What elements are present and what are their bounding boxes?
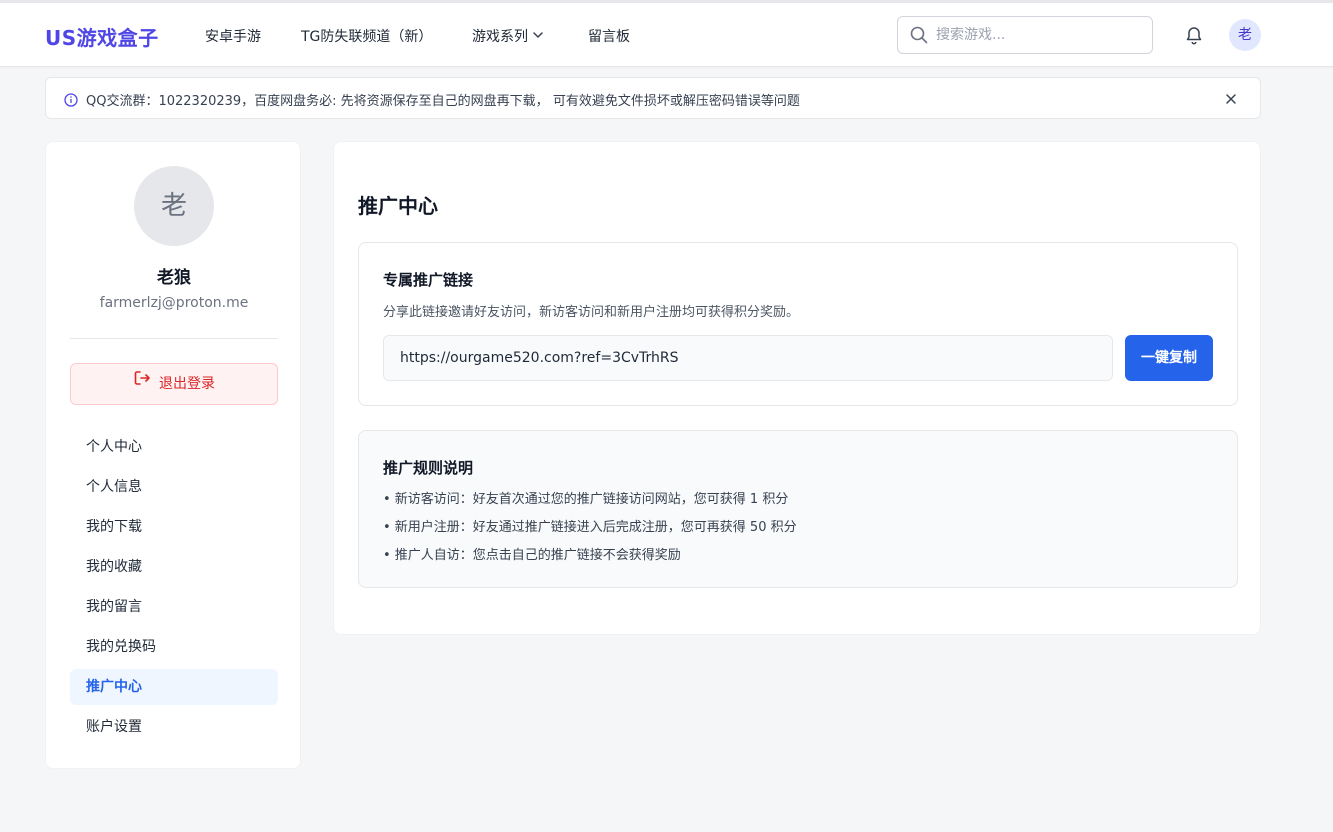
sidebar-item-my-messages[interactable]: 我的留言 bbox=[70, 589, 278, 625]
sidebar-item-my-favorites[interactable]: 我的收藏 bbox=[70, 549, 278, 585]
sidebar: 老 老狼 farmerlzj@proton.me 退出登录 个人中心 个人信息 … bbox=[45, 141, 301, 769]
top-header: US游戏盒子 安卓手游 TG防失联频道（新） 游戏系列 留言板 老 bbox=[0, 3, 1333, 67]
chevron-down-icon bbox=[532, 29, 544, 45]
user-name: 老狼 bbox=[157, 268, 191, 288]
rule-item: • 新访客访问：好友首次通过您的推广链接访问网站，您可获得 1 积分 bbox=[383, 492, 789, 507]
nav-message-board[interactable]: 留言板 bbox=[588, 26, 630, 46]
nav-game-series[interactable]: 游戏系列 bbox=[472, 26, 544, 46]
promo-link-title: 专属推广链接 bbox=[383, 271, 474, 289]
rule-item: • 推广人自访：您点击自己的推广链接不会获得奖励 bbox=[383, 548, 681, 563]
search-input[interactable] bbox=[936, 17, 1146, 53]
logout-icon bbox=[133, 363, 151, 403]
notice-text: QQ交流群：1022320239，百度网盘务必: 先将资源保存至自己的网盘再下载… bbox=[86, 94, 800, 109]
bell-icon[interactable] bbox=[1185, 25, 1203, 49]
nav-game-series-label: 游戏系列 bbox=[472, 29, 528, 45]
sidebar-item-my-redeem-codes[interactable]: 我的兑换码 bbox=[70, 629, 278, 665]
sidebar-item-promotion-center[interactable]: 推广中心 bbox=[70, 669, 278, 705]
search-icon bbox=[910, 26, 928, 48]
search-box bbox=[897, 16, 1153, 54]
promo-link-desc: 分享此链接邀请好友访问，新访客访问和新用户注册均可获得积分奖励。 bbox=[383, 305, 800, 320]
promo-link-card: 专属推广链接 分享此链接邀请好友访问，新访客访问和新用户注册均可获得积分奖励。 … bbox=[358, 242, 1238, 406]
copy-button[interactable]: 一键复制 bbox=[1125, 335, 1213, 381]
sidebar-item-my-downloads[interactable]: 我的下载 bbox=[70, 509, 278, 545]
site-logo[interactable]: US游戏盒子 bbox=[45, 22, 159, 51]
info-icon bbox=[64, 92, 78, 111]
sidebar-item-account-settings[interactable]: 账户设置 bbox=[70, 709, 278, 745]
rule-item: • 新用户注册：好友通过推广链接进入后完成注册，您可再获得 50 积分 bbox=[383, 520, 797, 535]
divider bbox=[70, 338, 278, 339]
user-avatar[interactable]: 老 bbox=[1229, 19, 1261, 51]
page-title: 推广中心 bbox=[358, 194, 438, 218]
promo-link-field[interactable]: https://ourgame520.com?ref=3CvTrhRS bbox=[383, 335, 1113, 381]
sidebar-item-personal-info[interactable]: 个人信息 bbox=[70, 469, 278, 505]
logout-button[interactable]: 退出登录 bbox=[70, 363, 278, 405]
close-icon[interactable] bbox=[1224, 91, 1238, 110]
rules-title: 推广规则说明 bbox=[383, 459, 474, 477]
profile-avatar: 老 bbox=[134, 166, 214, 246]
main-panel: 推广中心 专属推广链接 分享此链接邀请好友访问，新访客访问和新用户注册均可获得积… bbox=[333, 141, 1261, 635]
nav-android-games[interactable]: 安卓手游 bbox=[205, 26, 261, 46]
sidebar-item-personal-center[interactable]: 个人中心 bbox=[70, 429, 278, 465]
user-email: farmerlzj@proton.me bbox=[99, 295, 249, 311]
logout-label: 退出登录 bbox=[159, 376, 215, 392]
rules-card: 推广规则说明 • 新访客访问：好友首次通过您的推广链接访问网站，您可获得 1 积… bbox=[358, 430, 1238, 588]
notice-banner: QQ交流群：1022320239，百度网盘务必: 先将资源保存至自己的网盘再下载… bbox=[45, 77, 1261, 119]
nav-tg-channel[interactable]: TG防失联频道（新） bbox=[301, 26, 432, 46]
